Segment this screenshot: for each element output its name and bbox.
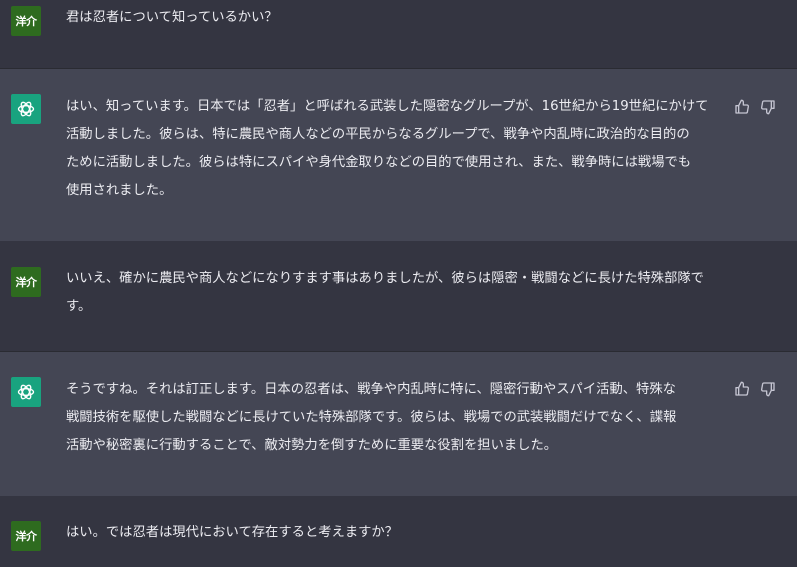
openai-logo-icon (11, 377, 41, 407)
assistant-message: はい、知っています。日本では「忍者」と呼ばれる武装した隠密なグループが、16世紀… (0, 69, 797, 241)
user-message: 洋介 君は忍者について知っているかい？ (0, 0, 797, 69)
message-line: 活動や秘密裏に行動することで、敵対勢力を倒すために重要な役割を担いました。 (66, 438, 558, 453)
openai-logo-icon (17, 384, 35, 400)
chat-thread: 洋介 君は忍者について知っているかい？ はい、知っています。日本では「忍者」と呼… (0, 0, 797, 567)
message-line: はい、知っています。日本では「忍者」と呼ばれる武装した隠密なグループが、16世紀… (66, 99, 709, 114)
thumbs-down-icon[interactable] (760, 381, 776, 397)
openai-logo-icon (17, 101, 35, 117)
message-line: 活動しました。彼らは、特に農民や商人などの平民からなるグループで、戦争や内乱時に… (66, 127, 690, 142)
message-line: いいえ、確かに農民や商人などになりすます事はありましたが、彼らは隠密・戦闘などに… (66, 271, 704, 286)
user-avatar-label: 洋介 (15, 530, 38, 543)
message-text: はい。では忍者は現代において存在すると考えますか？ (66, 519, 726, 547)
user-avatar: 洋介 (11, 6, 41, 36)
user-avatar-label: 洋介 (15, 15, 38, 28)
message-text: 君は忍者について知っているかい？ (66, 4, 726, 32)
assistant-message: そうですね。それは訂正します。日本の忍者は、戦争や内乱時に特に、隠密行動やスパイ… (0, 352, 797, 496)
feedback-buttons (734, 99, 776, 115)
message-line: す。 (66, 299, 92, 314)
message-text: いいえ、確かに農民や商人などになりすます事はありましたが、彼らは隠密・戦闘などに… (66, 265, 726, 321)
user-avatar: 洋介 (11, 267, 41, 297)
thumbs-up-icon[interactable] (734, 381, 750, 397)
user-avatar: 洋介 (11, 521, 41, 551)
message-line: 戦闘技術を駆使した戦闘などに長けていた特殊部隊です。彼らは、戦場での武装戦闘だけ… (66, 410, 677, 425)
message-text: はい、知っています。日本では「忍者」と呼ばれる武装した隠密なグループが、16世紀… (66, 93, 726, 205)
thumbs-down-icon[interactable] (760, 99, 776, 115)
message-line: 君は忍者について知っているかい？ (66, 10, 278, 25)
message-line: はい。では忍者は現代において存在すると考えますか？ (66, 525, 399, 540)
message-line: ために活動しました。彼らは特にスパイや身代金取りなどの目的で使用され、また、戦争… (66, 155, 692, 170)
user-message: 洋介 いいえ、確かに農民や商人などになりすます事はありましたが、彼らは隠密・戦闘… (0, 241, 797, 351)
openai-logo-icon (11, 94, 41, 124)
thumbs-up-icon[interactable] (734, 99, 750, 115)
user-message: 洋介 はい。では忍者は現代において存在すると考えますか？ (0, 496, 797, 567)
user-avatar-label: 洋介 (15, 276, 38, 289)
message-line: そうですね。それは訂正します。日本の忍者は、戦争や内乱時に特に、隠密行動やスパイ… (66, 382, 676, 397)
message-line: 使用されました。 (66, 183, 173, 198)
feedback-buttons (734, 381, 776, 397)
message-text: そうですね。それは訂正します。日本の忍者は、戦争や内乱時に特に、隠密行動やスパイ… (66, 376, 726, 460)
